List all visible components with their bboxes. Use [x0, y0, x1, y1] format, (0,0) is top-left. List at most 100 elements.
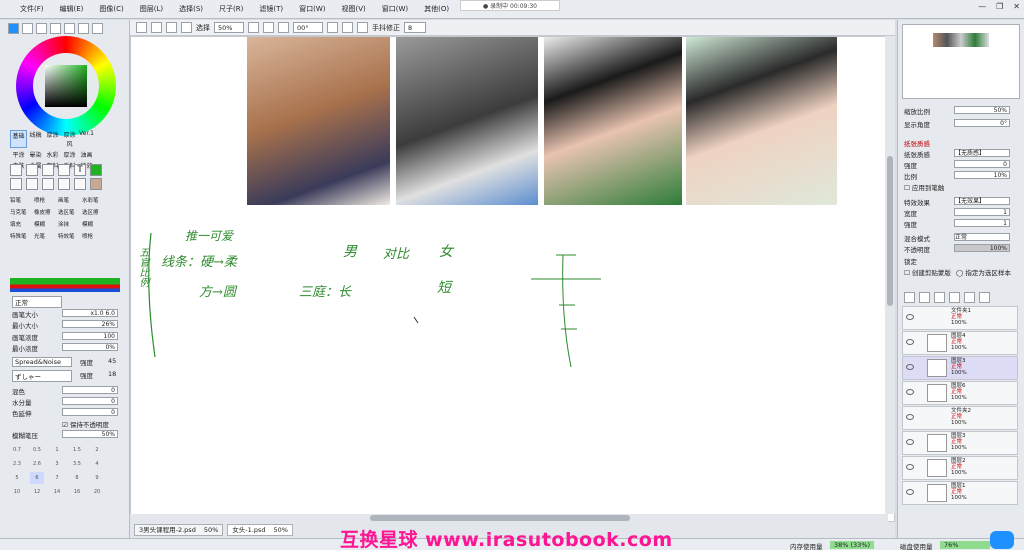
min-size-slider[interactable]: 26%: [62, 320, 118, 328]
eyedropper-icon[interactable]: [74, 178, 86, 190]
water-slider[interactable]: 0: [62, 397, 118, 405]
layer-3-selected[interactable]: 图层3 正常 100%: [902, 356, 1018, 380]
flip-icon[interactable]: [357, 22, 368, 33]
min-density-slider[interactable]: 0%: [62, 343, 118, 351]
layer-6[interactable]: 图层6 正常 100%: [902, 381, 1018, 405]
eye-icon[interactable]: [906, 489, 914, 495]
size-cell[interactable]: 1: [50, 444, 64, 456]
tab-thick-2[interactable]: 厚涂: [61, 150, 78, 159]
rgb-tab-icon[interactable]: [22, 23, 33, 34]
tab-ver1[interactable]: Ver.1: [78, 130, 95, 148]
rotate-right-icon[interactable]: [342, 22, 353, 33]
zoom-field[interactable]: 50%: [214, 22, 244, 33]
deselect-icon[interactable]: [136, 22, 147, 33]
rotate-tool-icon[interactable]: [42, 178, 54, 190]
doc-tab-2[interactable]: 女头-1.psd 50%: [227, 524, 293, 536]
color-history-bar[interactable]: [10, 278, 120, 292]
brush-pen[interactable]: 画笔: [58, 196, 82, 204]
canvas[interactable]: 推一可爱 线条：硬→柔 方→圆 五官比例 男 对比 女 三庭：长 短: [130, 36, 895, 522]
tab-thick[interactable]: 厚涂: [44, 130, 61, 148]
brush-watercolor[interactable]: 水彩笔: [82, 196, 106, 204]
brush-eraser[interactable]: 橡皮擦: [34, 208, 58, 216]
brush-select-pen[interactable]: 选区笔: [58, 208, 82, 216]
show-selection-icon[interactable]: [181, 22, 192, 33]
new-layer-icon[interactable]: [904, 292, 915, 303]
menu-window-2[interactable]: 窗口(W): [374, 4, 416, 14]
mixer-tab-icon[interactable]: [92, 23, 103, 34]
texture2-select[interactable]: ずしゃー: [12, 370, 72, 382]
angle-field[interactable]: 00°: [293, 22, 323, 33]
copy-layer-icon[interactable]: [934, 292, 945, 303]
paper-texture-select[interactable]: 【无质感】: [954, 149, 1010, 157]
magic-wand-icon[interactable]: [58, 164, 70, 176]
lasso-icon[interactable]: [42, 164, 54, 176]
size-cell[interactable]: 12: [30, 486, 44, 498]
clear-layer-icon[interactable]: [964, 292, 975, 303]
color-extend-slider[interactable]: 0: [62, 408, 118, 416]
layer-1[interactable]: 图层1 正常 100%: [902, 481, 1018, 505]
tab-watercolor[interactable]: 水彩: [44, 150, 61, 159]
layer-3[interactable]: 图层3 正常 100%: [902, 431, 1018, 455]
scale-slider[interactable]: 10%: [954, 171, 1010, 179]
user-color-tab-icon[interactable]: [78, 23, 89, 34]
size-cell[interactable]: 2.3: [10, 458, 24, 470]
brush-marker[interactable]: 马克笔: [10, 208, 34, 216]
navigator-preview[interactable]: [902, 24, 1020, 99]
size-cell[interactable]: 7: [50, 472, 64, 484]
delete-layer-icon[interactable]: [979, 292, 990, 303]
strength-slider[interactable]: 0: [954, 160, 1010, 168]
size-cell[interactable]: 2.6: [30, 458, 44, 470]
size-cell[interactable]: 16: [70, 486, 84, 498]
brush-blur-2[interactable]: 模糊: [82, 220, 106, 228]
density-slider[interactable]: 100: [62, 332, 118, 340]
eye-icon[interactable]: [906, 464, 914, 470]
text-tool-icon[interactable]: T: [74, 164, 86, 176]
eye-icon[interactable]: [906, 414, 914, 420]
hand-tool-icon[interactable]: [58, 178, 70, 190]
new-folder-icon[interactable]: [919, 292, 930, 303]
size-cell[interactable]: 2: [90, 444, 104, 456]
eye-icon[interactable]: [906, 339, 914, 345]
blend-select[interactable]: 正常: [954, 233, 1010, 241]
brush-pencil[interactable]: 铅笔: [10, 196, 34, 204]
move-tool-icon[interactable]: [10, 164, 22, 176]
secondary-color-swatch[interactable]: [90, 178, 102, 190]
eye-icon[interactable]: [906, 439, 914, 445]
size-cell[interactable]: 0.7: [10, 444, 24, 456]
zoom-tool-icon[interactable]: [26, 178, 38, 190]
vertical-scrollbar[interactable]: [885, 36, 895, 514]
apply-brush-checkbox[interactable]: ☐ 应用到笔触: [904, 182, 944, 192]
effect-select[interactable]: 【无效果】: [954, 197, 1010, 205]
menu-image[interactable]: 图像(C): [91, 4, 131, 14]
angle-slider[interactable]: 0°: [954, 119, 1010, 127]
swatches-tab-icon[interactable]: [50, 23, 61, 34]
brush-special[interactable]: 特殊笔: [10, 232, 34, 240]
brush-select-eraser[interactable]: 选区擦: [82, 208, 106, 216]
layer-folder-2[interactable]: 文件夹2 正常 100%: [902, 406, 1018, 430]
transform-icon[interactable]: [10, 178, 22, 190]
stabilizer-field[interactable]: 8: [404, 22, 426, 33]
brush-fx[interactable]: 特效笔: [58, 232, 82, 240]
close-icon[interactable]: ✕: [1013, 2, 1020, 11]
zoom-out-icon[interactable]: [248, 22, 259, 33]
tab-flat[interactable]: 平涂: [10, 150, 27, 159]
color-wheel[interactable]: [16, 36, 116, 136]
texture-strength[interactable]: 45: [108, 357, 116, 365]
zoom-reset-icon[interactable]: [278, 22, 289, 33]
mix-slider[interactable]: 0: [62, 386, 118, 394]
select-all-icon[interactable]: [166, 22, 177, 33]
menu-layer[interactable]: 图层(L): [132, 4, 171, 14]
menu-select[interactable]: 选择(S): [171, 4, 211, 14]
size-cell[interactable]: 3.5: [70, 458, 84, 470]
menu-file[interactable]: 文件(F): [12, 4, 52, 14]
size-cell[interactable]: 0.5: [30, 444, 44, 456]
eye-icon[interactable]: [906, 364, 914, 370]
size-cell[interactable]: 14: [50, 486, 64, 498]
saturation-square[interactable]: [45, 65, 87, 107]
doc-tab-1[interactable]: 3男头课程用-2.psd 50%: [134, 524, 224, 536]
menu-other[interactable]: 其他(O): [416, 4, 457, 14]
tab-oil[interactable]: 油画: [78, 150, 95, 159]
menu-view[interactable]: 视图(V): [334, 4, 374, 14]
clip-checkbox[interactable]: ☐ 创建剪贴蒙版: [904, 267, 951, 277]
size-cell-selected[interactable]: 6: [30, 472, 44, 484]
